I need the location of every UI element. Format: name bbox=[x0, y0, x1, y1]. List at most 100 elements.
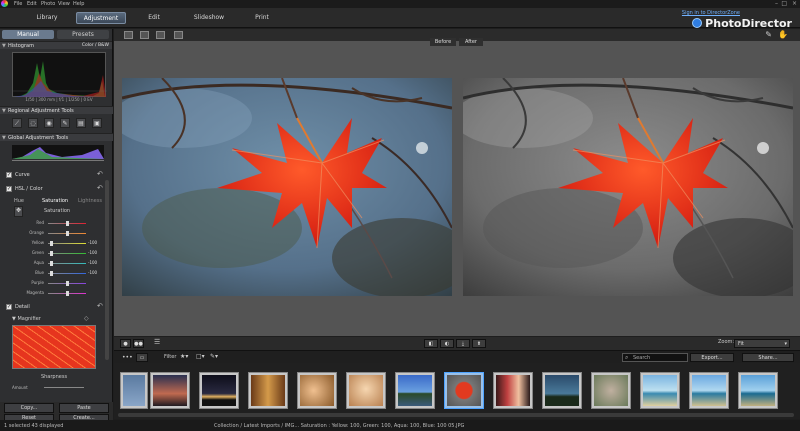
tab-slideshow[interactable]: Slideshow bbox=[186, 12, 232, 24]
saturation-slider[interactable] bbox=[48, 221, 86, 226]
thumbnail[interactable] bbox=[493, 372, 533, 409]
thumbnail[interactable] bbox=[738, 372, 778, 409]
slider-handle[interactable] bbox=[66, 281, 69, 286]
targeted-adjustment-icon[interactable]: ✥ bbox=[14, 206, 23, 217]
zoom-select[interactable]: Fit ▾ bbox=[734, 339, 790, 348]
grid-view-icon[interactable] bbox=[156, 31, 165, 39]
signin-link[interactable]: Sign in to DirectorZone bbox=[682, 10, 740, 16]
tab-library[interactable]: Library bbox=[24, 12, 70, 24]
detail-checkbox[interactable]: ✓ bbox=[6, 304, 12, 310]
amount-slider[interactable] bbox=[44, 387, 84, 388]
menu-edit[interactable]: Edit bbox=[27, 1, 37, 7]
panel-scrollbar[interactable] bbox=[105, 180, 109, 360]
slider-handle[interactable] bbox=[66, 231, 69, 236]
thumbnail[interactable] bbox=[297, 372, 337, 409]
saturation-slider[interactable] bbox=[48, 261, 86, 266]
tab-print[interactable]: Print bbox=[244, 12, 280, 24]
thumbnail[interactable] bbox=[395, 372, 435, 409]
filmstrip-scrollbar[interactable] bbox=[118, 413, 794, 417]
collapse-icon[interactable]: ▼ bbox=[2, 134, 6, 142]
people-icon[interactable]: ●● bbox=[133, 339, 144, 348]
curve-checkbox[interactable]: ✓ bbox=[6, 172, 12, 178]
slider-handle[interactable] bbox=[49, 271, 53, 276]
saturation-slider[interactable] bbox=[48, 241, 86, 246]
compare-view-icon[interactable] bbox=[140, 31, 149, 39]
hand-tool-icon[interactable]: ✋ bbox=[778, 30, 788, 39]
saturation-slider[interactable] bbox=[48, 281, 86, 286]
gradient-icon[interactable]: ▤ bbox=[76, 118, 86, 128]
after-label[interactable]: After bbox=[459, 38, 483, 46]
reset-view-icon[interactable]: ◐ bbox=[440, 339, 454, 348]
brush-icon[interactable]: ✎ bbox=[60, 118, 70, 128]
saturation-slider[interactable] bbox=[48, 271, 86, 276]
copy-button[interactable]: Copy... bbox=[4, 403, 54, 413]
subtab-hue[interactable]: Hue bbox=[14, 198, 24, 204]
paste-button[interactable]: Paste bbox=[59, 403, 109, 413]
minimize-icon[interactable]: – bbox=[775, 0, 778, 7]
slider-handle[interactable] bbox=[49, 241, 53, 246]
thumbnail[interactable] bbox=[640, 372, 680, 409]
regional-tools-header[interactable]: ▼ Regional Adjustment Tools bbox=[0, 106, 113, 114]
tone-slider[interactable] bbox=[12, 160, 104, 161]
tab-edit[interactable]: Edit bbox=[134, 12, 174, 24]
person-icon[interactable]: ● bbox=[120, 339, 131, 348]
magnify-tool-icon[interactable]: ✎ bbox=[765, 30, 772, 39]
thumbnail[interactable] bbox=[689, 372, 729, 409]
slider-handle[interactable] bbox=[66, 221, 69, 226]
menu-view[interactable]: View bbox=[58, 1, 70, 7]
tab-manual[interactable]: Manual bbox=[2, 30, 54, 39]
thumbnail[interactable] bbox=[150, 372, 190, 409]
thumbnail[interactable] bbox=[199, 372, 239, 409]
search-input[interactable]: ⌕ Search bbox=[622, 353, 688, 362]
menu-help[interactable]: Help bbox=[73, 1, 84, 7]
slider-handle[interactable] bbox=[66, 291, 69, 296]
download-icon[interactable]: ⤓ bbox=[456, 339, 470, 348]
filmstrip-view-icon[interactable]: ▭ bbox=[136, 353, 148, 362]
export-button[interactable]: Export... bbox=[690, 353, 734, 362]
color-filter-icon[interactable]: □▾ bbox=[196, 353, 205, 360]
menu-photo[interactable]: Photo bbox=[41, 1, 55, 7]
slider-handle[interactable] bbox=[49, 261, 53, 266]
red-eye-icon[interactable]: ◉ bbox=[44, 118, 54, 128]
fullscreen-icon[interactable] bbox=[174, 31, 183, 39]
spot-removal-icon[interactable]: ◌ bbox=[28, 118, 38, 128]
menu-file[interactable]: File bbox=[14, 1, 22, 7]
hsl-checkbox[interactable]: ✓ bbox=[6, 186, 12, 192]
saturation-slider[interactable] bbox=[48, 291, 86, 296]
magnifier-target-icon[interactable]: ◇ bbox=[84, 315, 89, 322]
saturation-slider[interactable] bbox=[48, 231, 86, 236]
radial-filter-icon[interactable]: ▣ bbox=[92, 118, 102, 128]
thumbnail-selected[interactable] bbox=[444, 372, 484, 409]
subtab-saturation[interactable]: Saturation bbox=[42, 198, 68, 204]
histogram-header[interactable]: ▼ Histogram Color / B&W bbox=[0, 41, 112, 50]
thumbnail[interactable] bbox=[248, 372, 288, 409]
reset-hsl-icon[interactable]: ↶ bbox=[97, 184, 103, 192]
share-button[interactable]: Share... bbox=[742, 353, 794, 362]
crop-tool-icon[interactable]: ⟋ bbox=[12, 118, 22, 128]
saturation-slider[interactable] bbox=[48, 251, 86, 256]
thumbnail[interactable] bbox=[542, 372, 582, 409]
slider-handle[interactable] bbox=[49, 251, 53, 256]
filter-label[interactable]: Filter bbox=[164, 354, 176, 360]
maximize-icon[interactable]: □ bbox=[781, 0, 787, 7]
global-tools-header[interactable]: ▼ Global Adjustment Tools bbox=[0, 133, 113, 141]
subtab-lightness[interactable]: Lightness bbox=[78, 198, 102, 204]
before-label[interactable]: Before bbox=[430, 38, 456, 46]
histogram-mode[interactable]: Color / B&W bbox=[82, 42, 109, 50]
close-icon[interactable]: × bbox=[792, 0, 797, 7]
thumbnail[interactable] bbox=[591, 372, 631, 409]
reset-curve-icon[interactable]: ↶ bbox=[97, 170, 103, 178]
edit-filter-icon[interactable]: ✎▾ bbox=[210, 353, 218, 360]
single-view-icon[interactable] bbox=[124, 31, 133, 39]
reset-detail-icon[interactable]: ↶ bbox=[97, 302, 103, 310]
collapse-icon[interactable]: ▼ bbox=[2, 42, 6, 50]
thumbnail[interactable] bbox=[346, 372, 386, 409]
collapse-icon[interactable]: ▼ bbox=[2, 107, 6, 115]
tab-adjustment[interactable]: Adjustment bbox=[76, 12, 126, 24]
thumbnail[interactable] bbox=[120, 372, 148, 409]
flag-filter-icon[interactable]: ★▾ bbox=[180, 353, 188, 360]
more-options-icon[interactable]: ••• bbox=[122, 354, 133, 361]
list-view-icon[interactable]: ☰ bbox=[154, 338, 160, 346]
compare-split-icon[interactable]: ◧ bbox=[424, 339, 438, 348]
tab-presets[interactable]: Presets bbox=[57, 30, 109, 39]
